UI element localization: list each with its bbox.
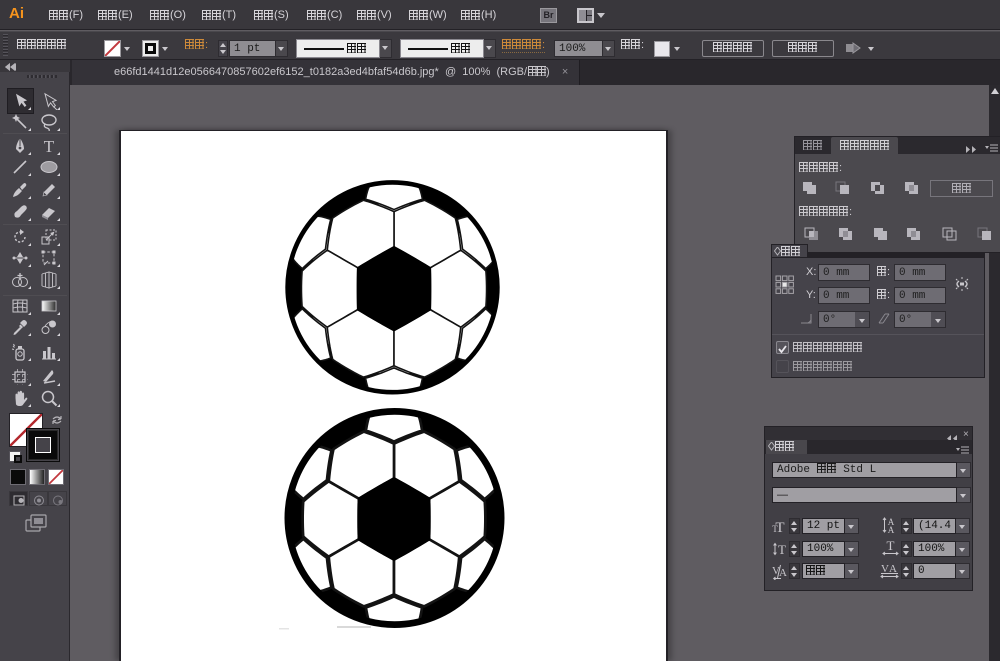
svg-text:T: T — [887, 539, 895, 553]
svg-text:A: A — [779, 567, 787, 579]
svg-text:A: A — [888, 525, 895, 535]
svg-text:T: T — [778, 542, 786, 557]
svg-text:T: T — [772, 524, 778, 534]
svg-text:T: T — [44, 137, 55, 155]
